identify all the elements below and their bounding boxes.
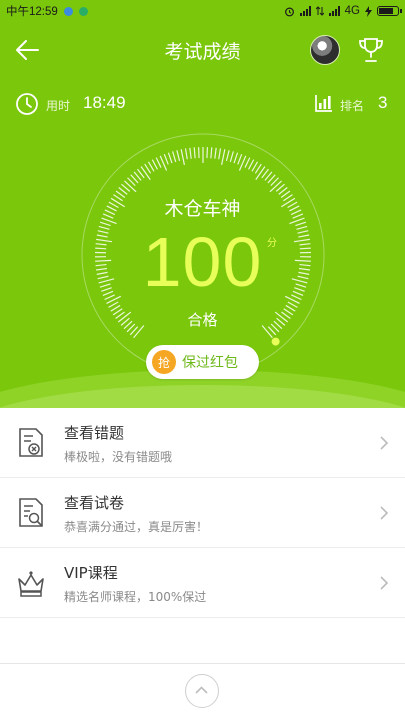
clock-icon [16,93,38,115]
user-name: 木仓车神 [164,198,241,220]
list-item-view-paper[interactable]: 查看试卷 恭喜满分通过，真是厉害！ [0,478,405,548]
gauge-tick [287,301,298,308]
wechat-icon [78,6,88,16]
gauge-tick [210,147,213,159]
trophy-icon[interactable] [356,35,386,65]
status-bar: 中午12:59 4G [0,0,405,22]
gauge-tick [108,301,119,308]
gauge-tick [167,152,173,164]
gauge-tick [184,148,188,160]
battery-icon [377,6,402,16]
gauge-tick [144,163,152,174]
gauge-tick [254,163,262,174]
row-title: 查看错题 [64,424,125,442]
gauge-tick [233,152,239,164]
top-nav: 考试成绩 [0,30,405,70]
list-item-wrong-questions[interactable]: 查看错题 棒极啦，没有错题哦 [0,408,405,478]
crown-icon [18,571,44,597]
grab-badge: 抢 [152,350,176,374]
pass-status: 合格 [187,311,218,329]
view-paper-icon [19,498,43,527]
score-value: 100 [142,223,263,301]
scroll-up-button[interactable] [185,674,219,708]
gauge-tick [180,149,185,166]
chevron-right-icon [380,436,389,450]
row-title: 查看试卷 [64,494,125,512]
list-item-vip-course[interactable]: VIP课程 精选名师课程，100%保过 [0,548,405,618]
gauge-tick [147,161,155,172]
gauge-tick [176,150,181,162]
chevron-right-icon [380,576,389,590]
gauge-tick [237,153,243,165]
rank-label: 排名 [340,99,365,113]
row-title: VIP课程 [64,564,118,582]
alarm-icon [284,7,294,16]
chevron-right-icon [380,506,389,520]
row-subtitle: 精选名师课程，100%保过 [64,590,207,604]
gauge-tick [189,147,192,159]
row-subtitle: 恭喜满分通过，真是厉害！ [64,520,209,534]
gauge-tick [244,157,251,168]
rank-chart-icon [315,95,332,112]
gauge-tick [163,153,169,165]
gauge-tick [140,166,151,180]
gauge-tick [255,166,266,180]
action-list: 查看错题 棒极啦，没有错题哦 查看试卷 恭喜满分通过，真是厉害！ VIP课程 精… [0,408,405,618]
notification-icon [63,6,73,16]
bottom-bar [0,663,405,720]
gauge-tick [269,180,282,193]
signal-icon-2 [328,6,340,16]
exam-result-screen: 中午12:59 4G 考试成绩 用时 18:49 排名 3 木仓车神 100 分… [0,0,405,720]
network-type: 4G [344,5,360,17]
gauge-tick [248,159,255,170]
gauge-tick [124,180,137,193]
gauge-tick [221,149,226,166]
gauge-tick [218,148,222,160]
info-row: 用时 18:49 排名 3 [0,90,405,118]
row-subtitle: 棒极啦，没有错题哦 [64,450,173,464]
time-value: 18:49 [83,93,126,112]
avatar[interactable] [310,35,340,65]
gauge-marker [271,337,280,346]
status-right: 4G [284,5,402,17]
score-unit: 分 [267,238,277,249]
data-arrows-icon [315,6,324,16]
gauge-tick [214,147,217,159]
chevron-up-icon [195,686,208,694]
red-packet-label: 保过红包 [182,355,238,371]
red-packet-button[interactable]: 抢 保过红包 [146,345,259,379]
gauge-tick [172,151,177,163]
wrong-questions-icon [19,428,43,457]
gauge-tick [151,159,158,170]
page-title: 考试成绩 [164,41,241,63]
charging-icon [365,5,372,17]
gauge-tick [225,150,230,162]
signal-icon [299,6,311,16]
gauge-tick [251,161,259,172]
status-time: 中午12:59 [6,6,58,18]
gauge-tick [155,157,162,168]
rank-value: 3 [378,93,388,112]
time-label: 用时 [46,99,71,113]
gauge-tick [229,151,234,163]
gauge-tick [193,147,196,159]
